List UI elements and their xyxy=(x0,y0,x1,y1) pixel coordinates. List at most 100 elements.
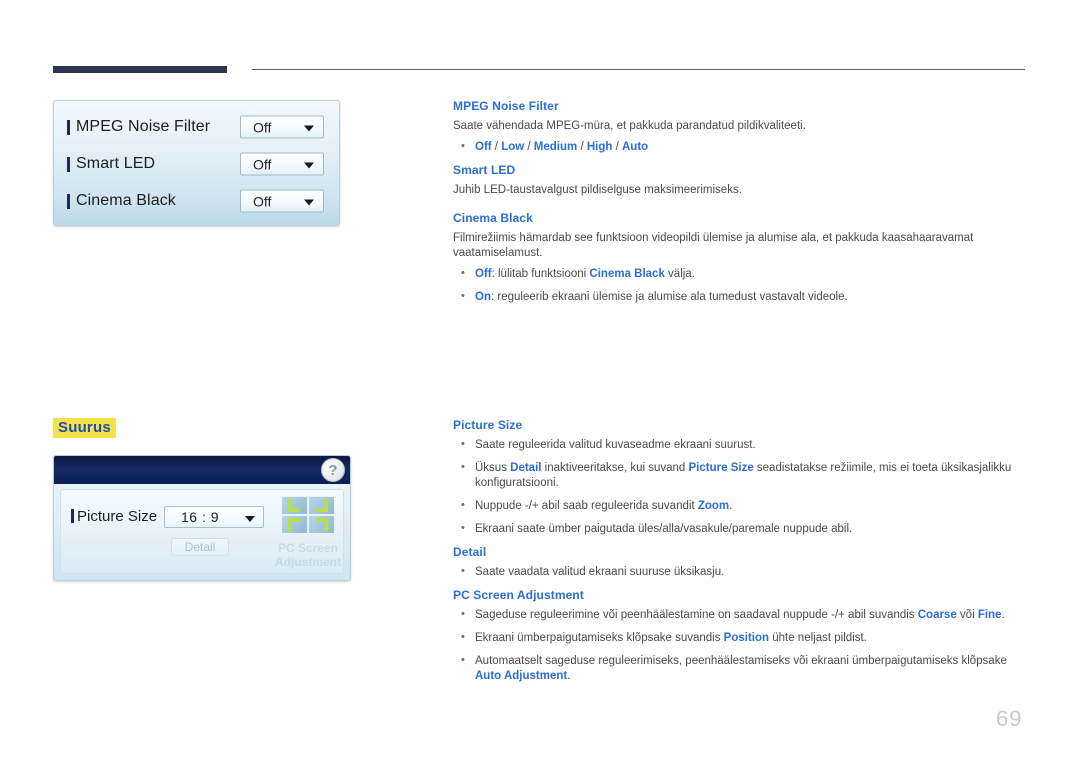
chevron-down-icon xyxy=(245,516,255,522)
osd-dropdown-value-picture-size: 16 : 9 xyxy=(181,509,220,525)
list-picture-size: Saate reguleerida valitud kuvaseadme ekr… xyxy=(453,437,1028,537)
content-column-bottom: Picture Size Saate reguleerida valitud k… xyxy=(453,418,1028,692)
term-coarse: Coarse xyxy=(917,609,957,621)
text: : reguleerib ekraani ülemise ja alumise … xyxy=(490,291,848,303)
option-separator: / xyxy=(491,141,502,153)
section-heading-picture-size: Picture Size xyxy=(453,418,523,432)
osd-label-smart-led: Smart LED xyxy=(76,155,156,172)
section-heading-pc-screen-adjustment: PC Screen Adjustment xyxy=(453,588,584,602)
list-detail: Saate vaadata valitud ekraani suuruse ük… xyxy=(453,564,1028,580)
option-separator: / xyxy=(612,141,622,153)
osd-row-mpeg-noise-filter[interactable]: MPEG Noise Filter Off xyxy=(54,109,339,145)
term-off: Off xyxy=(475,268,492,280)
list-mpeg-noise-filter-options: Off / Low / Medium / High / Auto xyxy=(453,139,1028,155)
text: Automaatselt sageduse reguleerimiseks, p… xyxy=(475,655,1007,667)
osd-dropdown-mpeg-noise-filter[interactable]: Off xyxy=(240,115,324,139)
list-cinema-black-options: Off: lülitab funktsiooni Cinema Black vä… xyxy=(453,266,1028,305)
arrow-up-right-icon[interactable] xyxy=(309,497,334,514)
list-item: Off / Low / Medium / High / Auto xyxy=(453,139,1028,155)
help-icon[interactable]: ? xyxy=(321,458,345,482)
text: : lülitab funktsiooni xyxy=(491,268,590,280)
section-heading-detail: Detail xyxy=(453,545,487,559)
osd-label-cinema-black: Cinema Black xyxy=(76,192,176,209)
osd-panel-body: Picture Size 16 : 9 Detail PC Screen Adj… xyxy=(60,489,344,574)
option-off: Off xyxy=(475,141,492,153)
list-pc-screen-adjustment: Sageduse reguleerimine või peenhäälestam… xyxy=(453,607,1028,684)
bullet-marker-icon xyxy=(67,119,70,135)
text: inaktiveeritakse, kui suvand xyxy=(541,462,689,474)
arrow-down-right-icon[interactable] xyxy=(309,516,334,533)
term-fine: Fine xyxy=(977,609,1002,621)
chevron-down-icon xyxy=(304,125,314,131)
section-body-cinema-black: Filmirežiimis hämardab see funktsioon vi… xyxy=(453,232,974,259)
term-zoom: Zoom xyxy=(697,500,730,512)
term-position: Position xyxy=(723,632,770,644)
text: Sageduse reguleerimine või peenhäälestam… xyxy=(475,609,918,621)
osd-dropdown-cinema-black[interactable]: Off xyxy=(240,189,324,213)
text: Ekraani ümberpaigutamiseks klõpsake suva… xyxy=(475,632,724,644)
osd-titlebar xyxy=(54,456,350,484)
section-heading-cinema-black: Cinema Black xyxy=(453,211,533,225)
page-subtitle-suurus: Suurus xyxy=(53,418,116,438)
term-picture-size: Picture Size xyxy=(688,462,754,474)
option-separator: / xyxy=(577,141,587,153)
four-quadrant-arrows-icon[interactable] xyxy=(281,496,335,534)
text: . xyxy=(567,670,571,682)
page-number: 69 xyxy=(996,706,1023,731)
list-item: Üksus Detail inaktiveeritakse, kui suvan… xyxy=(453,460,1028,491)
section-body-smart-led: Juhib LED-taustavalgust pildiselguse mak… xyxy=(453,184,742,196)
list-item: Saate vaadata valitud ekraani suuruse ük… xyxy=(453,564,1028,580)
term-auto-adjustment: Auto Adjustment xyxy=(475,670,568,682)
osd-label-mpeg-noise-filter: MPEG Noise Filter xyxy=(76,118,211,135)
term-on: On xyxy=(475,291,491,303)
text: välja. xyxy=(664,268,695,280)
section-heading-smart-led: Smart LED xyxy=(453,163,516,177)
list-item: On: reguleerib ekraani ülemise ja alumis… xyxy=(453,289,1028,305)
text: või xyxy=(956,609,978,621)
bullet-marker-icon xyxy=(67,193,70,209)
detail-button[interactable]: Detail xyxy=(171,538,229,556)
list-item: Nuppude -/+ abil saab reguleerida suvand… xyxy=(453,498,1028,514)
osd-label-picture-size: Picture Size xyxy=(77,508,158,525)
osd-dropdown-value-smart-led: Off xyxy=(253,156,272,172)
chevron-down-icon xyxy=(304,162,314,168)
list-item: Sageduse reguleerimine või peenhäälestam… xyxy=(453,607,1028,623)
list-item: Saate reguleerida valitud kuvaseadme ekr… xyxy=(453,437,1028,453)
list-item: Ekraani ümberpaigutamiseks klõpsake suva… xyxy=(453,630,1028,646)
text: Nuppude -/+ abil saab reguleerida suvand… xyxy=(475,500,698,512)
section-heading-mpeg-noise-filter: MPEG Noise Filter xyxy=(453,99,559,113)
osd-dropdown-smart-led[interactable]: Off xyxy=(240,152,324,176)
content-column-top: MPEG Noise Filter Saate vähendada MPEG-m… xyxy=(453,99,1028,313)
section-body-mpeg-noise-filter: Saate vähendada MPEG-müra, et pakkuda pa… xyxy=(453,120,806,132)
option-auto: Auto xyxy=(622,141,649,153)
osd-row-smart-led[interactable]: Smart LED Off xyxy=(54,146,339,182)
arrow-up-left-icon[interactable] xyxy=(282,497,307,514)
option-separator: / xyxy=(524,141,534,153)
pc-screen-adjustment-control[interactable]: PC Screen Adjustment xyxy=(269,496,347,569)
osd-row-cinema-black[interactable]: Cinema Black Off xyxy=(54,183,339,219)
header-rule-thick xyxy=(53,66,227,73)
text: . xyxy=(729,500,733,512)
arrow-down-left-icon[interactable] xyxy=(282,516,307,533)
list-item: Automaatselt sageduse reguleerimiseks, p… xyxy=(453,653,1028,684)
bullet-marker-icon xyxy=(67,156,70,172)
header-rule-thin xyxy=(252,69,1025,70)
term-cinema-black: Cinema Black xyxy=(589,268,665,280)
osd-dropdown-value-mpeg-noise-filter: Off xyxy=(253,119,272,135)
osd-panel-picture-size: ? Picture Size 16 : 9 Detail PC Screen A… xyxy=(53,455,351,581)
option-high: High xyxy=(586,141,613,153)
text: . xyxy=(1001,609,1005,621)
pc-screen-adjustment-label: PC Screen Adjustment xyxy=(275,541,341,569)
bullet-marker-icon xyxy=(71,509,74,523)
option-low: Low xyxy=(501,141,525,153)
term-detail: Detail xyxy=(510,462,542,474)
text: ühte neljast pildist. xyxy=(769,632,867,644)
osd-panel-picture-options: MPEG Noise Filter Off Smart LED Off Cine… xyxy=(53,100,340,226)
list-item: Ekraani saate ümber paigutada üles/alla/… xyxy=(453,521,1028,537)
list-item: Off: lülitab funktsiooni Cinema Black vä… xyxy=(453,266,1028,282)
osd-dropdown-value-cinema-black: Off xyxy=(253,193,272,209)
osd-dropdown-picture-size[interactable]: 16 : 9 xyxy=(164,506,264,528)
chevron-down-icon xyxy=(304,199,314,205)
text: Üksus xyxy=(475,462,511,474)
option-medium: Medium xyxy=(533,141,578,153)
